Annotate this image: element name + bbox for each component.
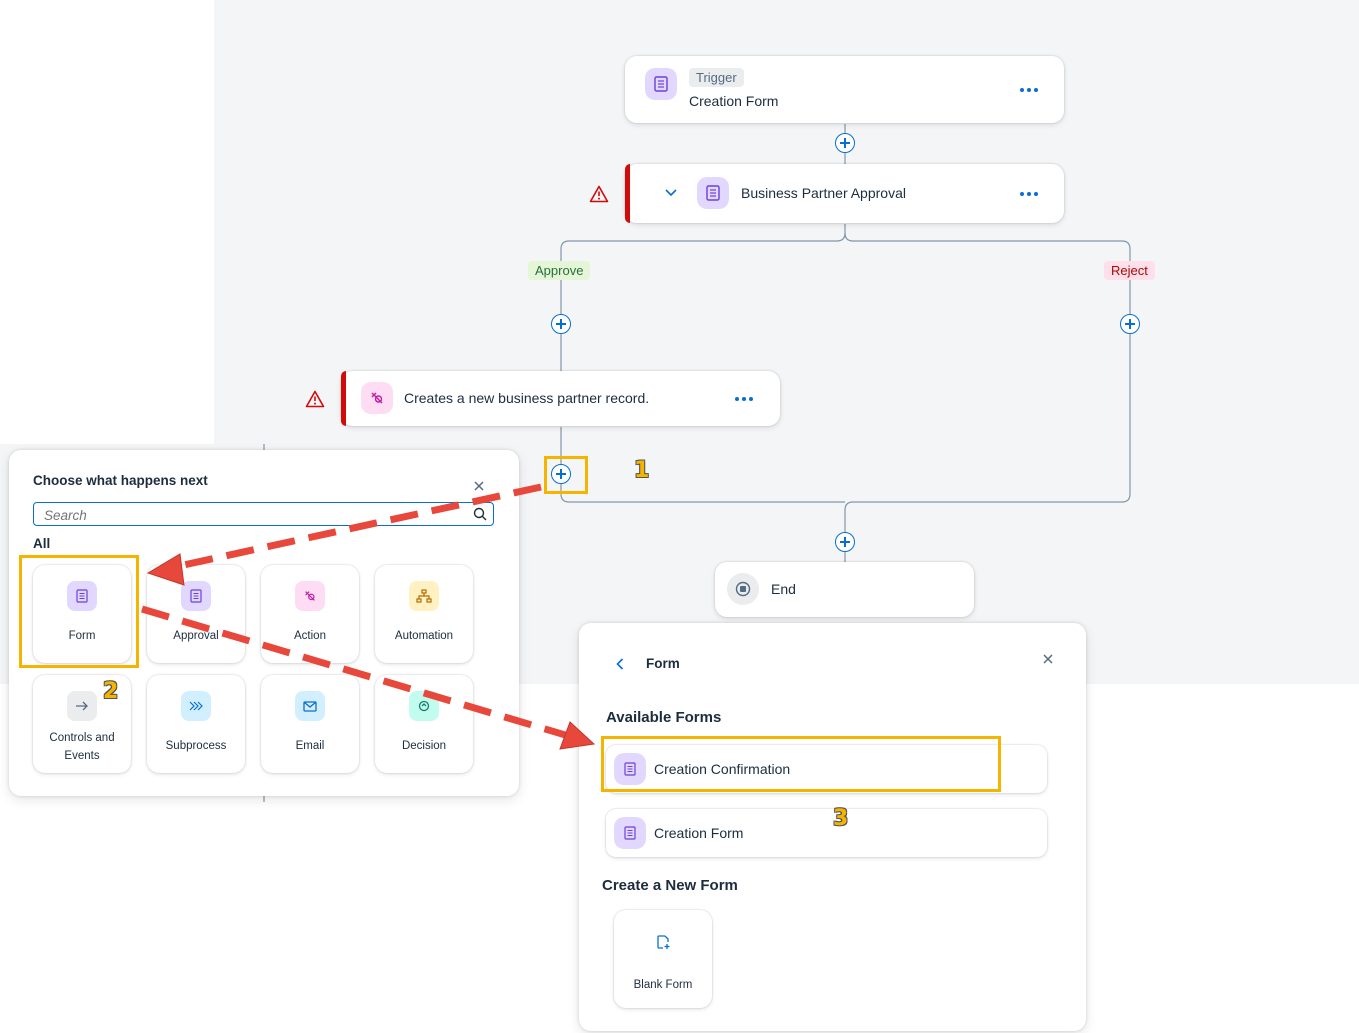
error-indicator: [341, 371, 346, 426]
end-node[interactable]: End: [715, 562, 974, 617]
tile-label: Decision: [401, 740, 447, 752]
warning-icon: [305, 390, 325, 408]
tile-subprocess[interactable]: Subprocess: [147, 675, 245, 773]
form-option-creation-form[interactable]: Creation Form: [606, 809, 1047, 857]
action-name: Creates a new business partner record.: [404, 390, 650, 406]
tile-label: Email: [295, 740, 325, 752]
stop-icon: [727, 573, 759, 605]
tile-decision[interactable]: Decision: [375, 675, 473, 773]
automation-icon: [409, 581, 439, 611]
search-input[interactable]: [42, 505, 466, 525]
form-option-label: Creation Form: [654, 825, 744, 841]
close-icon[interactable]: [1042, 653, 1054, 665]
trigger-tag: Trigger: [689, 68, 744, 87]
chevron-down-icon[interactable]: [665, 189, 677, 197]
trigger-more-button[interactable]: [1017, 83, 1041, 97]
search-icon[interactable]: [473, 507, 487, 521]
email-icon: [295, 691, 325, 721]
search-field[interactable]: [33, 502, 494, 526]
tile-approval[interactable]: Approval: [147, 565, 245, 663]
error-indicator: [625, 164, 630, 223]
tile-email[interactable]: Email: [261, 675, 359, 773]
form-icon: [614, 817, 646, 849]
annotation-step-1: 1: [634, 458, 650, 483]
action-node[interactable]: Creates a new business partner record.: [341, 371, 780, 426]
available-forms-heading: Available Forms: [606, 709, 722, 726]
action-icon: [295, 581, 325, 611]
tile-label: Action: [294, 630, 326, 642]
tile-label: Approval: [173, 630, 219, 642]
approval-icon: [697, 177, 729, 209]
warning-icon: [589, 185, 609, 203]
create-new-form-heading: Create a New Form: [602, 877, 738, 894]
add-step-button-1[interactable]: [835, 133, 855, 153]
blank-form-label: Blank Form: [633, 979, 693, 991]
decision-icon: [409, 691, 439, 721]
close-icon[interactable]: [473, 480, 485, 492]
annotation-step-3: 3: [833, 806, 849, 831]
form-panel-title: Form: [646, 656, 680, 671]
approval-icon: [181, 581, 211, 611]
chooser-title: Choose what happens next: [33, 473, 208, 488]
tile-action[interactable]: Action: [261, 565, 359, 663]
annotation-step-2: 2: [103, 679, 119, 704]
trigger-node[interactable]: Trigger Creation Form: [625, 56, 1064, 123]
section-all-label: All: [33, 536, 51, 551]
add-step-reject-button[interactable]: [1120, 314, 1140, 334]
highlight-step-2: [19, 555, 139, 668]
blank-form-tile[interactable]: Blank Form: [614, 910, 712, 1008]
tile-label: Subprocess: [165, 740, 227, 752]
reject-branch-label: Reject: [1104, 261, 1155, 280]
add-step-approve-button[interactable]: [551, 314, 571, 334]
subprocess-icon: [181, 691, 211, 721]
tile-label: Automation: [394, 630, 454, 642]
highlight-step-3: [601, 736, 1001, 792]
action-icon: [361, 382, 393, 414]
approval-name: Business Partner Approval: [741, 185, 906, 201]
back-chevron-icon[interactable]: [616, 658, 624, 670]
add-step-before-end-button[interactable]: [835, 532, 855, 552]
approval-more-button[interactable]: [1017, 187, 1041, 201]
new-document-icon: [657, 935, 670, 949]
highlight-step-1: [544, 456, 588, 494]
tile-label: Controls and Events: [49, 732, 115, 762]
arrow-right-icon: [67, 691, 97, 721]
action-more-button[interactable]: [732, 392, 756, 406]
trigger-name: Creation Form: [689, 93, 779, 109]
approval-node[interactable]: Business Partner Approval: [625, 164, 1064, 223]
tile-automation[interactable]: Automation: [375, 565, 473, 663]
form-icon: [645, 68, 677, 100]
approve-branch-label: Approve: [528, 261, 591, 280]
end-label: End: [771, 581, 796, 597]
